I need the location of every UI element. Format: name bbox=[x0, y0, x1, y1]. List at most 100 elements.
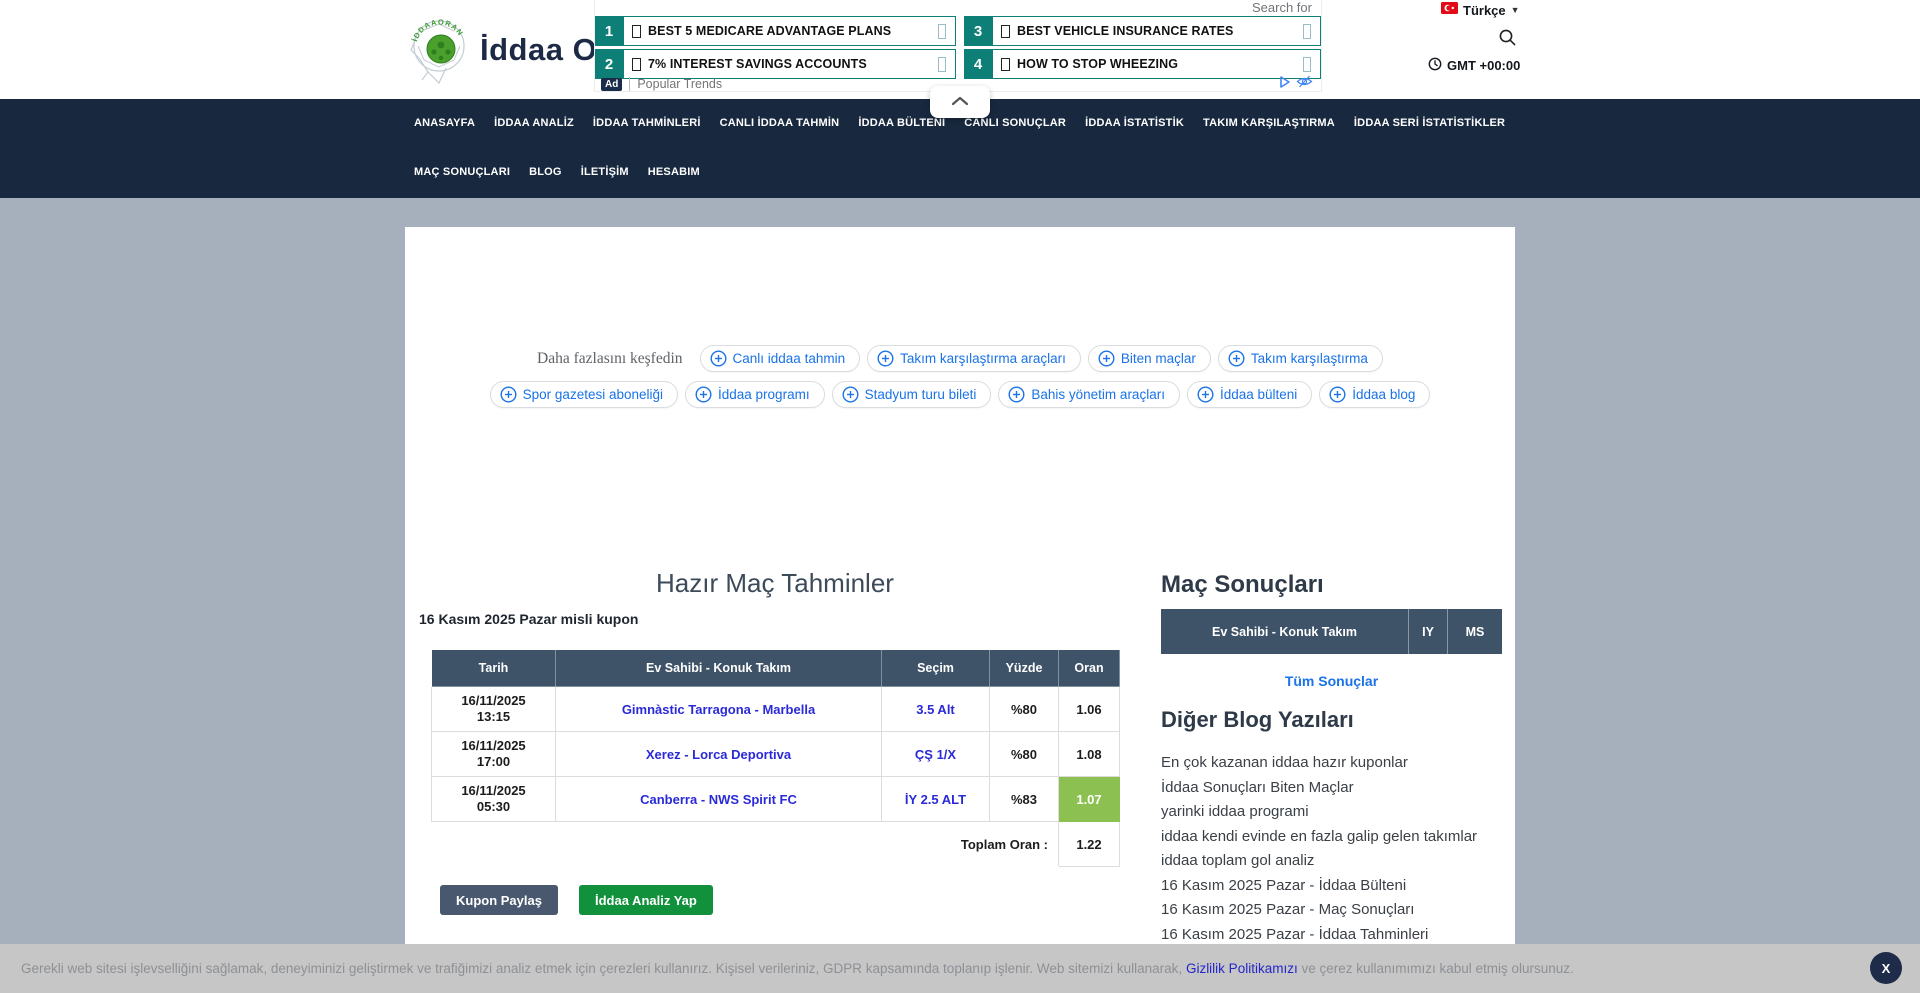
pill-iddaa-blog[interactable]: İddaa blog bbox=[1319, 381, 1430, 408]
ad-hide-eye-icon[interactable] bbox=[1296, 75, 1313, 93]
pill-label: Bahis yönetim araçları bbox=[1031, 387, 1165, 402]
total-odds-label: Toplam Oran : bbox=[432, 822, 1059, 867]
pill-label: Takım karşılaştırma bbox=[1251, 351, 1368, 366]
pill-iddaa-programi[interactable]: İddaa programı bbox=[685, 381, 825, 408]
ad-link-text: HOW TO STOP WHEEZING bbox=[1017, 57, 1178, 71]
nav-hesabim[interactable]: HESABIM bbox=[648, 164, 700, 180]
results-col-iy: IY bbox=[1408, 609, 1447, 654]
pill-canli-iddaa-tahmin[interactable]: Canlı iddaa tahmin bbox=[700, 345, 861, 372]
adchoices-icon[interactable] bbox=[1278, 75, 1292, 94]
circle-plus-icon bbox=[877, 350, 894, 367]
share-coupon-button[interactable]: Kupon Paylaş bbox=[440, 885, 558, 915]
pick-link[interactable]: ÇŞ 1/X bbox=[915, 747, 956, 762]
explore-label: Daha fazlasını keşfedin bbox=[537, 350, 682, 368]
nav-iddaa-analiz[interactable]: İDDAA ANALİZ bbox=[494, 115, 574, 131]
blog-link[interactable]: En çok kazanan iddaa hazır kuponlar bbox=[1161, 751, 1515, 776]
nav-iddaa-istatistik[interactable]: İDDAA İSTATİSTİK bbox=[1085, 115, 1184, 131]
ad-item-2: 2 7% INTEREST SAVINGS ACCOUNTS bbox=[595, 49, 956, 79]
cookie-close-button[interactable]: X bbox=[1870, 952, 1902, 984]
nav-blog[interactable]: BLOG bbox=[529, 164, 562, 180]
blog-link[interactable]: iddaa kendi evinde en fazla galip gelen … bbox=[1161, 825, 1515, 850]
placeholder-glyph-icon bbox=[1001, 25, 1010, 38]
pill-takim-karsilastirma-araclari[interactable]: Takım karşılaştırma araçları bbox=[867, 345, 1081, 372]
chevron-up-icon bbox=[951, 93, 969, 111]
nav-iddaa-bulteni[interactable]: İDDAA BÜLTENİ bbox=[858, 115, 945, 131]
nav-iddaa-seri-istatistikler[interactable]: İDDAA SERİ İSTATİSTİKLER bbox=[1354, 115, 1505, 131]
clock-icon bbox=[1428, 57, 1442, 74]
match-link[interactable]: Canberra - NWS Spirit FC bbox=[640, 792, 797, 807]
match-date: 16/11/202517:00 bbox=[432, 732, 556, 777]
col-tarih: Tarih bbox=[432, 650, 556, 687]
table-row: 16/11/202505:30 Canberra - NWS Spirit FC… bbox=[432, 777, 1120, 822]
nav-anasayfa[interactable]: ANASAYFA bbox=[414, 115, 475, 131]
ad-rank-badge: 3 bbox=[964, 16, 992, 46]
language-selector[interactable]: Türkçe ▼ bbox=[1441, 1, 1520, 19]
percent-value: %83 bbox=[990, 777, 1059, 822]
match-link[interactable]: Xerez - Lorca Deportiva bbox=[646, 747, 791, 762]
odd-value: 1.08 bbox=[1059, 732, 1120, 777]
nav-canli-iddaa-tahmin[interactable]: CANLI İDDAA TAHMİN bbox=[720, 115, 840, 131]
match-date: 16/11/202513:15 bbox=[432, 687, 556, 732]
pill-iddaa-bulteni[interactable]: İddaa bülteni bbox=[1187, 381, 1312, 408]
blog-link[interactable]: yarinki iddaa programi bbox=[1161, 800, 1515, 825]
nav-iletisim[interactable]: İLETİŞİM bbox=[581, 164, 629, 180]
match-link[interactable]: Gimnàstic Tarragona - Marbella bbox=[622, 702, 815, 717]
privacy-policy-link[interactable]: Gizlilik Politikamızı bbox=[1186, 961, 1298, 976]
odd-value: 1.06 bbox=[1059, 687, 1120, 732]
coupon-date-label: 16 Kasım 2025 Pazar misli kupon bbox=[419, 611, 638, 627]
ad-link-3[interactable]: BEST VEHICLE INSURANCE RATES bbox=[992, 16, 1321, 46]
pill-bahis-yonetim-araclari[interactable]: Bahis yönetim araçları bbox=[998, 381, 1180, 408]
pick-link[interactable]: İY 2.5 ALT bbox=[905, 792, 966, 807]
page-title: Hazır Maç Tahminler bbox=[431, 568, 1119, 599]
ad-link-4[interactable]: HOW TO STOP WHEEZING bbox=[992, 49, 1321, 79]
match-results-title: Maç Sonuçları bbox=[1161, 571, 1324, 599]
blog-link[interactable]: iddaa toplam gol analiz bbox=[1161, 849, 1515, 874]
pill-label: Takım karşılaştırma araçları bbox=[900, 351, 1066, 366]
pill-label: Spor gazetesi aboneliği bbox=[523, 387, 663, 402]
nav-takim-karsilastirma[interactable]: TAKIM KARŞILAŞTIRMA bbox=[1203, 115, 1335, 131]
circle-plus-icon bbox=[710, 350, 727, 367]
percent-value: %80 bbox=[990, 732, 1059, 777]
circle-plus-icon bbox=[1098, 350, 1115, 367]
blog-section-title: Diğer Blog Yazıları bbox=[1161, 707, 1354, 733]
placeholder-glyph-icon bbox=[1001, 58, 1010, 71]
placeholder-glyph-icon bbox=[632, 58, 641, 71]
blog-links-list: En çok kazanan iddaa hazır kuponlar İdda… bbox=[1161, 751, 1515, 947]
nav-iddaa-tahminleri[interactable]: İDDAA TAHMİNLERİ bbox=[593, 115, 701, 131]
ad-rank-badge: 4 bbox=[964, 49, 992, 79]
timezone-indicator: GMT +00:00 bbox=[1428, 57, 1520, 74]
search-icon[interactable] bbox=[1498, 28, 1517, 52]
pick-link[interactable]: 3.5 Alt bbox=[916, 702, 955, 717]
nav-row-2: MAÇ SONUÇLARI BLOG İLETİŞİM HESABIM bbox=[414, 164, 1540, 180]
pill-spor-gazetesi-aboneligi[interactable]: Spor gazetesi aboneliği bbox=[490, 381, 678, 408]
chevron-down-icon: ▼ bbox=[1511, 5, 1520, 15]
analyze-button[interactable]: İddaa Analiz Yap bbox=[579, 885, 713, 915]
ad-link-1[interactable]: BEST 5 MEDICARE ADVANTAGE PLANS bbox=[623, 16, 956, 46]
pill-takim-karsilastirma[interactable]: Takım karşılaştırma bbox=[1218, 345, 1383, 372]
nav-mac-sonuclari[interactable]: MAÇ SONUÇLARI bbox=[414, 164, 510, 180]
pill-label: İddaa programı bbox=[718, 387, 810, 402]
blog-link[interactable]: 16 Kasım 2025 Pazar - İddaa Bülteni bbox=[1161, 874, 1515, 899]
ad-collapse-button[interactable] bbox=[930, 86, 990, 118]
pill-stadyum-turu-bileti[interactable]: Stadyum turu bileti bbox=[832, 381, 992, 408]
pill-label: Canlı iddaa tahmin bbox=[733, 351, 846, 366]
pill-label: İddaa bülteni bbox=[1220, 387, 1297, 402]
cookie-consent-bar: Gerekli web sitesi işlevselliğini sağlam… bbox=[0, 944, 1920, 993]
action-buttons: Kupon Paylaş İddaa Analiz Yap bbox=[440, 885, 713, 915]
pill-label: Biten maçlar bbox=[1121, 351, 1196, 366]
top-bar: İDDAAORAN İddaa Oran 1 BEST 5 MEDICARE A… bbox=[0, 0, 1920, 99]
blog-link[interactable]: İddaa Sonuçları Biten Maçlar bbox=[1161, 776, 1515, 801]
all-results-link[interactable]: Tüm Sonuçlar bbox=[1161, 673, 1502, 689]
placeholder-arrow-icon bbox=[1303, 24, 1311, 39]
blog-link[interactable]: 16 Kasım 2025 Pazar - Maç Sonuçları bbox=[1161, 898, 1515, 923]
logo-emblem-icon: İDDAAORAN bbox=[408, 10, 470, 89]
col-match: Ev Sahibi - Konuk Takım bbox=[556, 650, 882, 687]
pill-biten-maclar[interactable]: Biten maçlar bbox=[1088, 345, 1211, 372]
placeholder-arrow-icon bbox=[938, 57, 946, 72]
table-header-row: Tarih Ev Sahibi - Konuk Takım Seçim Yüzd… bbox=[432, 650, 1120, 687]
placeholder-arrow-icon bbox=[938, 24, 946, 39]
explore-row-1: Daha fazlasını keşfedin Canlı iddaa tahm… bbox=[405, 345, 1515, 372]
ad-item-4: 4 HOW TO STOP WHEEZING bbox=[964, 49, 1321, 79]
ad-link-2[interactable]: 7% INTEREST SAVINGS ACCOUNTS bbox=[623, 49, 956, 79]
circle-plus-icon bbox=[1228, 350, 1245, 367]
